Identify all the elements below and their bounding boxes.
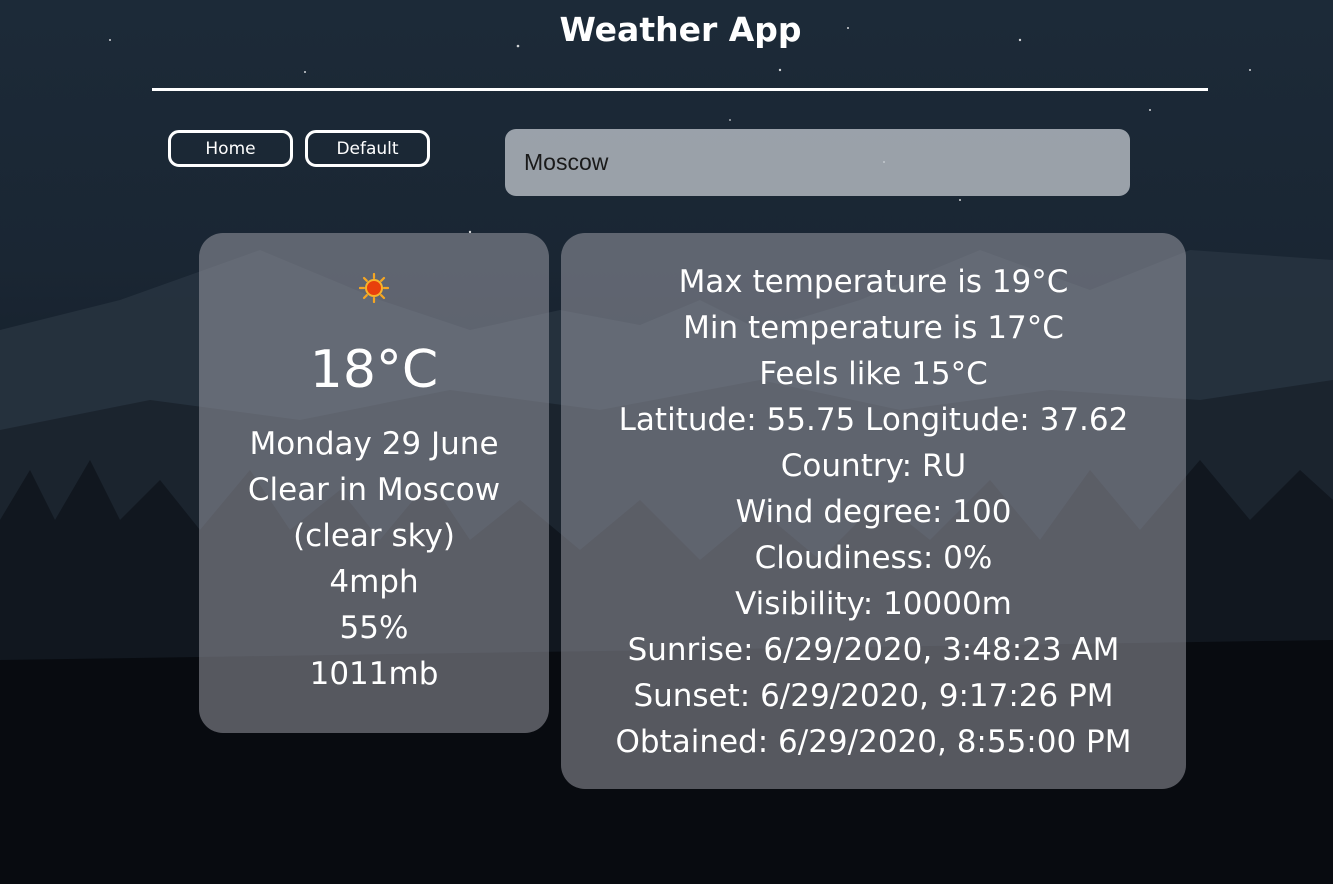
- title-divider: [152, 88, 1208, 91]
- wind-speed: 4mph: [329, 564, 419, 600]
- pressure: 1011mb: [309, 656, 439, 692]
- home-button[interactable]: Home: [168, 130, 293, 167]
- current-weather-card: 18°C Monday 29 June Clear in Moscow (cle…: [199, 233, 549, 733]
- obtained-time: Obtained: 6/29/2020, 8:55:00 PM: [615, 724, 1132, 760]
- feels-like: Feels like 15°C: [759, 356, 988, 392]
- country: Country: RU: [780, 448, 967, 484]
- max-temperature: Max temperature is 19°C: [678, 264, 1069, 300]
- sunrise: Sunrise: 6/29/2020, 3:48:23 AM: [627, 632, 1120, 668]
- sun-icon: [359, 273, 389, 303]
- weather-description: (clear sky): [293, 518, 455, 554]
- wind-degree: Wind degree: 100: [735, 494, 1012, 530]
- current-temperature: 18°C: [309, 340, 439, 400]
- weather-summary: Clear in Moscow: [247, 472, 501, 508]
- cloudiness: Cloudiness: 0%: [754, 540, 993, 576]
- coordinates: Latitude: 55.75 Longitude: 37.62: [618, 402, 1129, 438]
- default-button[interactable]: Default: [305, 130, 430, 167]
- weather-details-card: Max temperature is 19°C Min temperature …: [561, 233, 1186, 789]
- sunset: Sunset: 6/29/2020, 9:17:26 PM: [633, 678, 1114, 714]
- humidity: 55%: [339, 610, 409, 646]
- app-title: Weather App: [559, 10, 802, 49]
- visibility: Visibility: 10000m: [735, 586, 1012, 622]
- city-search-input[interactable]: [505, 129, 1130, 196]
- min-temperature: Min temperature is 17°C: [683, 310, 1064, 346]
- current-date: Monday 29 June: [249, 426, 499, 462]
